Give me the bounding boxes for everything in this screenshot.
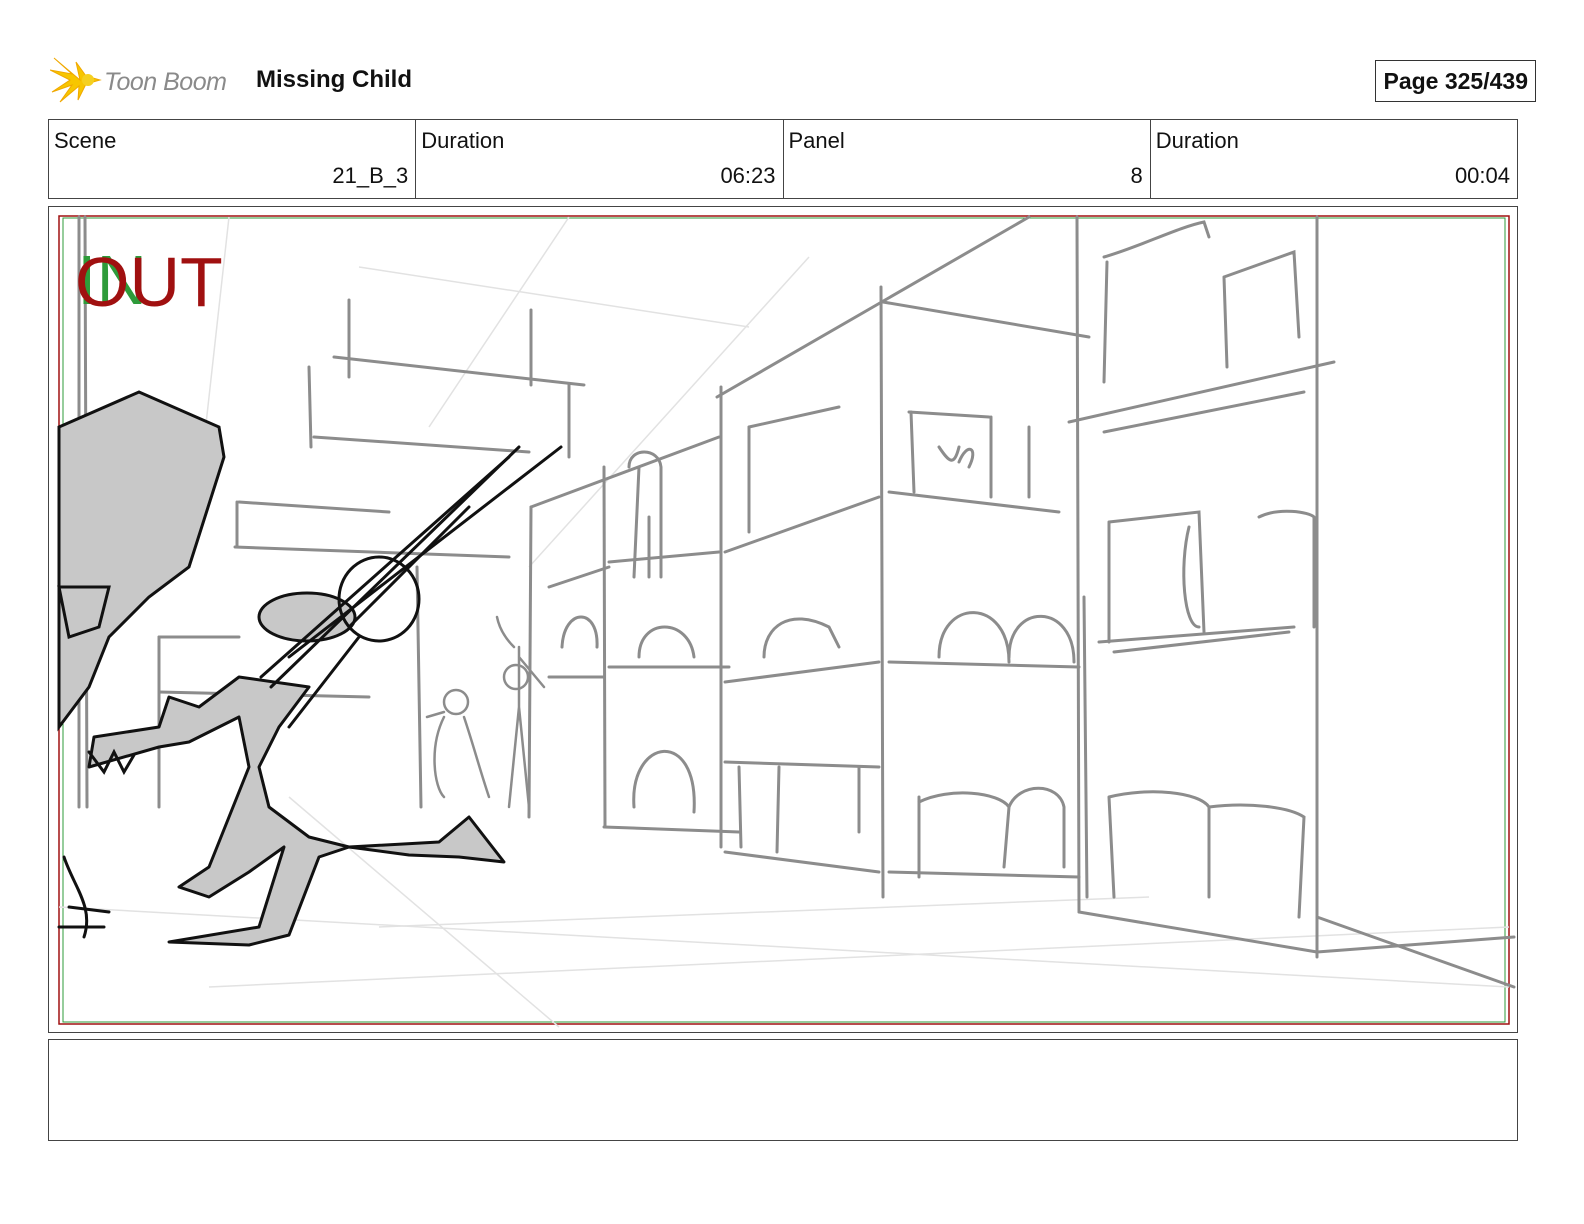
toon-boom-logo: Toon Boom [49,56,240,104]
panel-duration-value: 00:04 [1454,163,1510,188]
panel-notes [48,1039,1518,1141]
panel-value: 8 [1130,163,1143,188]
scene-value: 21_B_3 [332,163,409,188]
panel-duration-label: Duration [1155,128,1239,153]
scene-duration-value: 06:23 [720,163,776,188]
scene-cell: Scene 21_B_3 [49,120,417,198]
scene-label: Scene [54,128,117,153]
panel-label: Panel [788,128,845,153]
out-marker: OUT [75,243,223,321]
page-counter: Page 325/439 [1375,60,1536,102]
panel-sketch: IN OUT [57,215,1516,1028]
storyboard-header: Toon Boom Missing Child Page 325/439 [49,52,1536,108]
storyboard-panel: IN OUT [48,206,1518,1033]
foreground-character [57,390,563,947]
panel-duration-cell: Duration 00:04 [1151,120,1517,198]
scene-duration-label: Duration [421,128,505,153]
scene-info-table: Scene 21_B_3 Duration 06:23 Panel 8 Dura… [48,119,1518,199]
starburst-icon [49,57,102,103]
scene-duration-cell: Duration 06:23 [416,120,784,198]
logo-wordmark: Toon Boom [104,68,227,96]
background-crowd [425,615,546,809]
panel-cell: Panel 8 [784,120,1151,198]
project-title: Missing Child [256,66,412,93]
